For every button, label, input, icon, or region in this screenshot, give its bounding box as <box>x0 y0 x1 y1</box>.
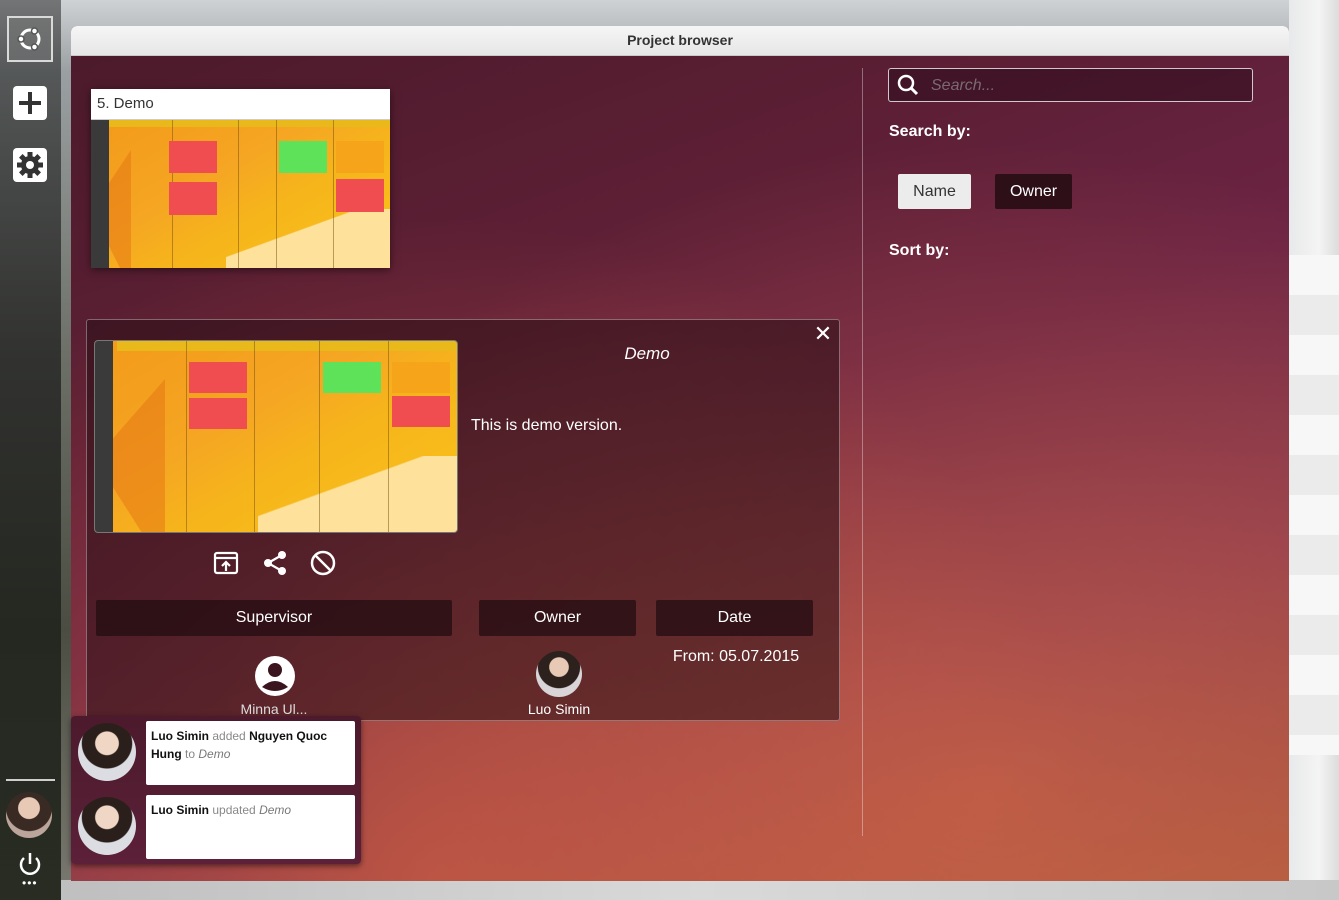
search-by-name-button[interactable]: Name <box>898 174 971 209</box>
notification-panel: Luo Simin added Nguyen Quoc Hung to Demo… <box>71 716 361 864</box>
background-photo-right <box>1289 0 1339 900</box>
background-photo-bottom <box>61 880 1339 900</box>
ubuntu-icon <box>17 27 41 51</box>
home-button[interactable] <box>7 16 53 62</box>
owner-header: Owner <box>479 600 636 636</box>
notification-actor: Luo Simin <box>151 729 209 743</box>
notification-actor: Luo Simin <box>151 803 209 817</box>
notification-text: Luo Simin added Nguyen Quoc Hung to Demo <box>146 721 355 785</box>
date-header: Date <box>656 600 813 636</box>
project-preview[interactable] <box>94 340 458 533</box>
supervisor-header: Supervisor <box>96 600 452 636</box>
owner-name: Luo Simin <box>527 701 591 717</box>
window-title: Project browser <box>71 26 1289 56</box>
supervisor-name: Minna Ul... <box>240 701 308 717</box>
notification-avatar <box>78 797 136 855</box>
notification-text: Luo Simin updated Demo <box>146 795 355 859</box>
open-icon[interactable] <box>212 549 240 577</box>
project-actions <box>212 549 342 579</box>
search-field[interactable] <box>888 68 1253 103</box>
owner-avatar <box>536 651 582 697</box>
gear-icon <box>13 148 47 182</box>
more-dots-icon[interactable]: ••• <box>22 876 38 890</box>
search-by-owner-button[interactable]: Owner <box>995 174 1072 209</box>
project-name: Demo <box>624 344 670 363</box>
plus-icon <box>13 86 47 120</box>
project-thumbnail <box>91 120 390 268</box>
notification-target[interactable]: Demo <box>198 747 230 761</box>
notification-target[interactable]: Demo <box>259 803 291 817</box>
power-icon[interactable] <box>16 850 44 878</box>
add-project-button[interactable] <box>7 80 53 126</box>
notification-verb: updated <box>212 803 256 817</box>
notification-item[interactable]: Luo Simin added Nguyen Quoc Hung to Demo <box>76 721 358 785</box>
project-card[interactable]: 5. Demo <box>91 89 390 268</box>
sort-by-label: Sort by: <box>889 242 950 259</box>
notification-item[interactable]: Luo Simin updated Demo <box>76 795 358 859</box>
notification-avatar <box>78 723 136 781</box>
search-icon <box>897 74 919 96</box>
search-by-label: Search by: <box>889 123 971 140</box>
date-from: From: 05.07.2015 <box>672 648 800 665</box>
block-icon[interactable] <box>309 549 337 577</box>
project-card-title: 5. Demo <box>91 89 390 120</box>
preview-board <box>95 341 457 532</box>
close-icon[interactable]: ✕ <box>811 322 835 346</box>
share-icon[interactable] <box>261 549 289 577</box>
search-input[interactable] <box>929 69 1243 103</box>
launcher-bar: ••• <box>0 0 61 900</box>
project-description: This is demo version. <box>471 417 623 434</box>
launcher-separator <box>6 779 55 781</box>
settings-button[interactable] <box>7 142 53 188</box>
user-avatar[interactable] <box>6 792 52 838</box>
account-icon <box>255 656 295 696</box>
notification-prep: to <box>185 747 196 761</box>
background-poster <box>1289 255 1339 755</box>
notification-verb: added <box>212 729 246 743</box>
project-detail-panel: ✕ Demo This is demo version. Supervisor … <box>86 319 840 721</box>
panel-divider <box>862 68 863 836</box>
